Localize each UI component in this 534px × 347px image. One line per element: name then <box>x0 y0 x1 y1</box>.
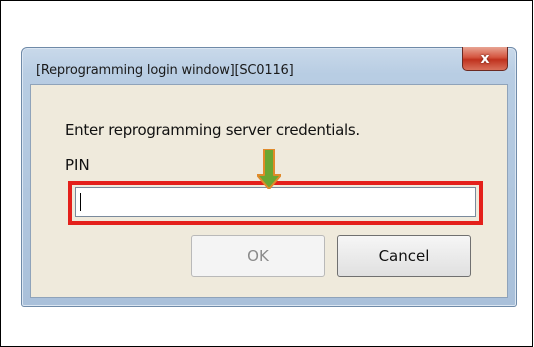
close-icon: x <box>480 50 490 67</box>
text-caret <box>80 193 81 211</box>
dialog-window: [Reprogramming login window][SC0116] x E… <box>21 47 517 307</box>
window-title: [Reprogramming login window][SC0116] <box>36 63 294 78</box>
close-button[interactable]: x <box>462 47 508 71</box>
title-bar[interactable]: [Reprogramming login window][SC0116] x <box>22 47 516 84</box>
dialog-body: Enter reprogramming server credentials. … <box>30 84 508 298</box>
ok-button[interactable]: OK <box>191 235 325 277</box>
pin-label: PIN <box>65 156 90 174</box>
down-arrow-icon <box>257 149 281 189</box>
cancel-button[interactable]: Cancel <box>337 235 471 277</box>
screenshot-frame: [Reprogramming login window][SC0116] x E… <box>0 0 533 347</box>
credentials-prompt: Enter reprogramming server credentials. <box>65 121 360 139</box>
pin-input[interactable] <box>75 187 476 217</box>
